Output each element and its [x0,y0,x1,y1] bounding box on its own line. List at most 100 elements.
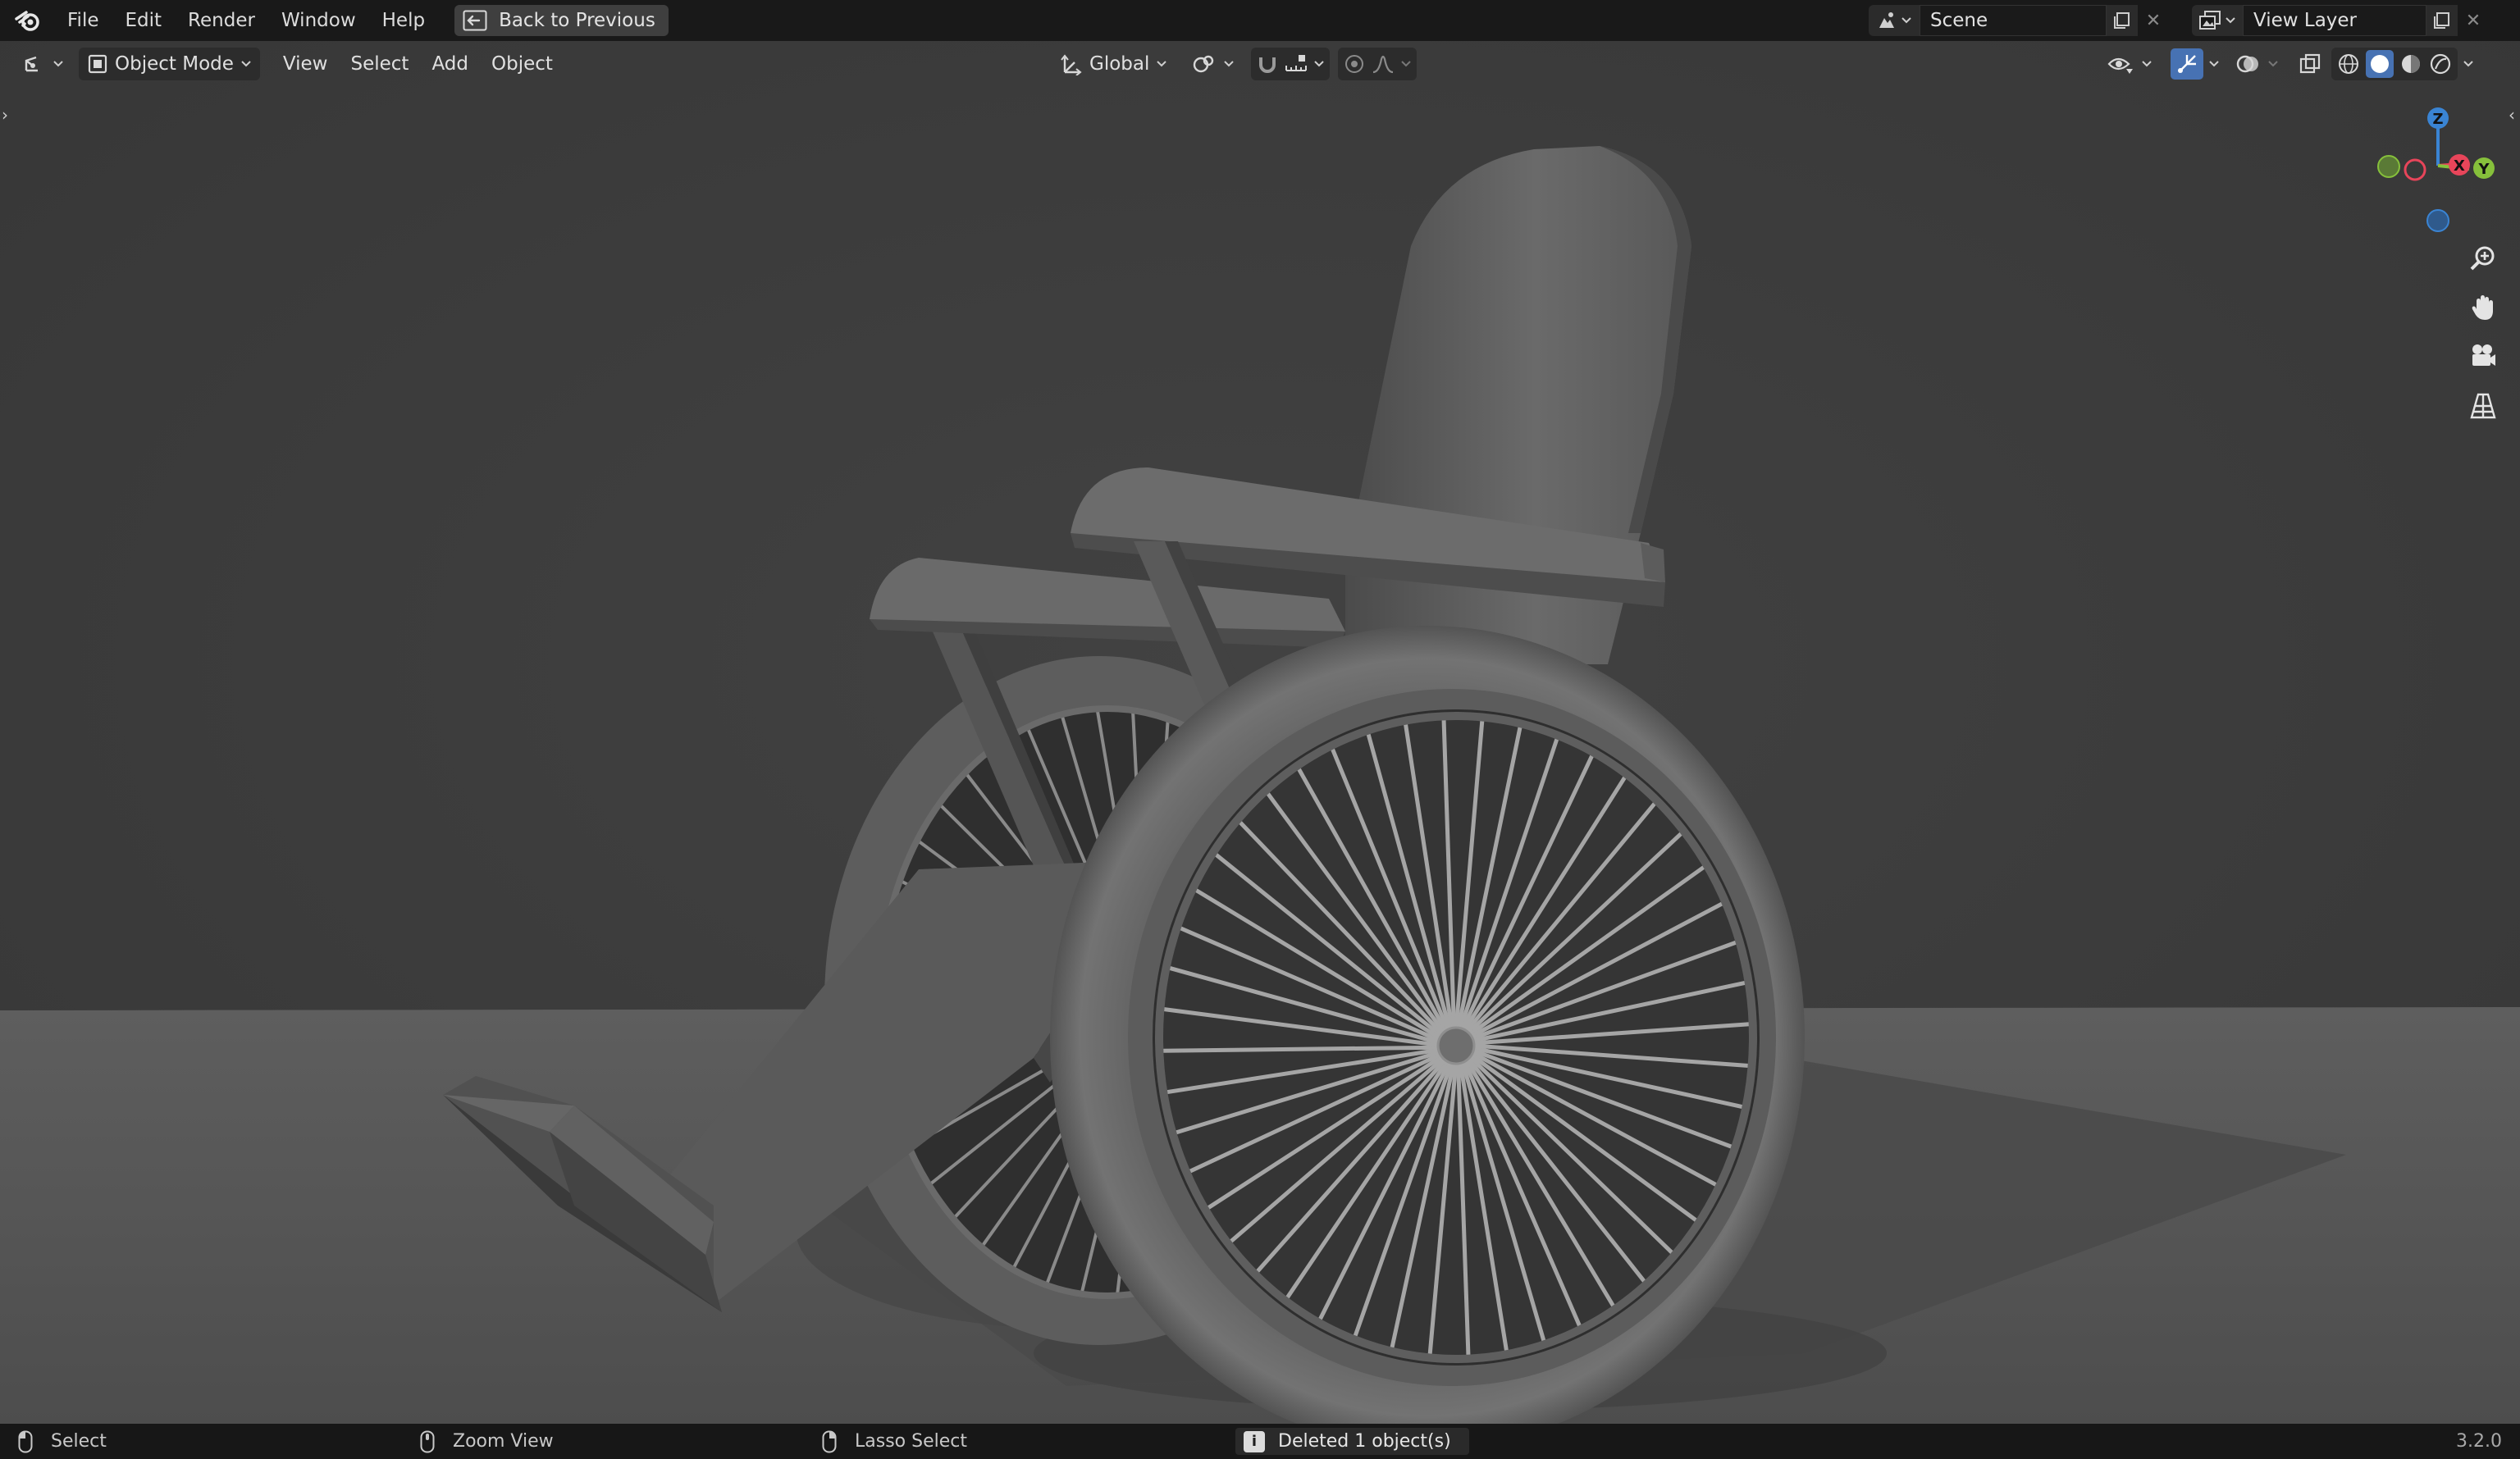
new-view-layer-button[interactable] [2426,5,2458,36]
gizmo-z-label: Z [2432,111,2443,128]
status-hint-lasso-label: Lasso Select [855,1431,967,1452]
overlays-icon[interactable] [2235,52,2262,75]
chevron-down-icon [1224,61,1235,67]
new-scene-button[interactable] [2107,5,2138,36]
menu-select[interactable]: Select [339,53,420,75]
gizmo-controls [2166,48,2225,80]
wireframe-shading-icon[interactable] [2336,52,2361,76]
hand-pan-icon [2472,295,2493,320]
menu-view[interactable]: View [272,53,340,75]
menu-window[interactable]: Window [268,0,369,41]
falloff-curve-icon[interactable] [1371,52,1395,75]
status-report-label: Deleted 1 object(s) [1278,1431,1451,1452]
orientation-global-icon [1061,54,1082,75]
version-label: 3.2.0 [2456,1431,2502,1452]
back-arrow-icon [463,10,487,31]
shading-mode-group [2331,48,2458,80]
chevron-down-icon[interactable] [1313,58,1325,70]
menu-render[interactable]: Render [175,0,268,41]
viewport-header: Object Mode View Select Add Object Globa… [0,41,2520,87]
back-to-previous-label: Back to Previous [499,10,655,31]
shading-options-chevron-icon[interactable] [2463,58,2474,70]
view-layer-name-field[interactable]: View Layer [2243,5,2426,36]
viewport-display-controls [2098,48,2474,80]
top-bar: File Edit Render Window Help Back to Pre… [0,0,2520,41]
3d-viewport[interactable]: Object Mode View Select Add Object Globa… [0,41,2520,1424]
zoom-tool[interactable] [2463,238,2504,279]
orientation-label: Global [1089,53,1150,75]
proportional-editing-controls [1338,48,1418,80]
scene-selector: Scene ✕ [1869,5,2169,36]
delete-view-layer-button[interactable]: ✕ [2458,5,2489,36]
view-layer-browse-button[interactable] [2192,5,2243,36]
menu-file[interactable]: File [54,0,112,41]
editor-type-button[interactable] [13,48,72,80]
pan-tool[interactable] [2463,287,2504,328]
info-icon: i [1244,1430,1265,1452]
navigation-gizmo[interactable]: Z X Y [2362,103,2510,243]
snap-controls [1251,48,1331,80]
front-wheel [1050,626,1805,1424]
delete-scene-button[interactable]: ✕ [2138,5,2169,36]
back-to-previous-button[interactable]: Back to Previous [454,5,669,36]
mode-selector[interactable]: Object Mode [79,48,260,80]
zoom-icon [2470,246,2495,271]
scene-name: Scene [1930,10,1988,31]
mouse-middle-icon [420,1430,435,1452]
status-hint-zoom: Zoom View [420,1424,554,1459]
scene-name-field[interactable]: Scene [1920,5,2107,36]
close-icon: ✕ [2145,10,2162,31]
blender-logo-icon[interactable] [13,6,43,35]
gizmo-x-label: X [2454,157,2465,175]
chevron-down-icon[interactable] [2208,58,2220,70]
status-hint-select-label: Select [51,1431,107,1452]
material-preview-shading-icon[interactable] [2399,52,2423,76]
show-gizmo-toggle[interactable] [2171,48,2203,80]
scene-browse-button[interactable] [1869,5,1920,36]
xray-icon [2299,53,2321,74]
pivot-point-selector[interactable] [1184,48,1243,80]
menu-object[interactable]: Object [480,53,564,75]
viewport-scene[interactable] [0,41,2520,1424]
perspective-toggle-tool[interactable] [2463,385,2504,426]
camera-view-tool[interactable] [2463,336,2504,377]
proportional-editing-icon[interactable] [1343,52,1366,75]
eye-icon [2107,57,2133,74]
xray-toggle[interactable] [2294,48,2326,80]
menu-edit[interactable]: Edit [112,0,176,41]
chevron-down-icon [53,61,63,67]
visibility-selector[interactable] [2098,48,2161,80]
snap-magnet-icon[interactable] [1256,52,1279,75]
mouse-right-icon [822,1430,837,1452]
status-hint-select: Select [18,1424,107,1459]
solid-shading-icon[interactable] [2366,50,2394,78]
snap-increment-icon[interactable] [1284,52,1308,75]
3d-viewport-icon [25,56,38,72]
render-layers-icon [2199,11,2221,30]
mouse-left-icon [18,1430,33,1452]
menu-help[interactable]: Help [369,0,438,41]
status-hint-zoom-label: Zoom View [453,1431,554,1452]
chevron-down-icon [241,61,251,67]
chevron-down-icon[interactable] [2267,58,2279,70]
view-layer-name: View Layer [2253,10,2358,31]
status-report[interactable]: i Deleted 1 object(s) [1235,1428,1469,1455]
chevron-down-icon[interactable] [1400,58,1412,70]
camera-icon [2472,344,2495,366]
view-layer-selector: View Layer ✕ [2192,5,2489,36]
object-mode-icon [88,54,107,74]
status-bar: Select Zoom View Lasso Select i Deleted … [0,1424,2520,1459]
rendered-shading-icon[interactable] [2428,52,2453,76]
menu-add[interactable]: Add [420,53,480,75]
toolbar-expand-arrow-icon[interactable]: › [2,105,8,125]
duplicate-icon [2114,12,2130,29]
gizmo-icon [2178,55,2196,73]
chevron-down-icon [1157,61,1167,67]
close-icon: ✕ [2465,10,2481,31]
mode-label: Object Mode [115,53,234,75]
transform-orientation-selector[interactable]: Global [1052,48,1176,80]
duplicate-icon [2434,12,2449,29]
transform-controls: Global [1052,48,1418,80]
chevron-down-icon [2142,61,2152,67]
pivot-icon [1194,55,1214,73]
